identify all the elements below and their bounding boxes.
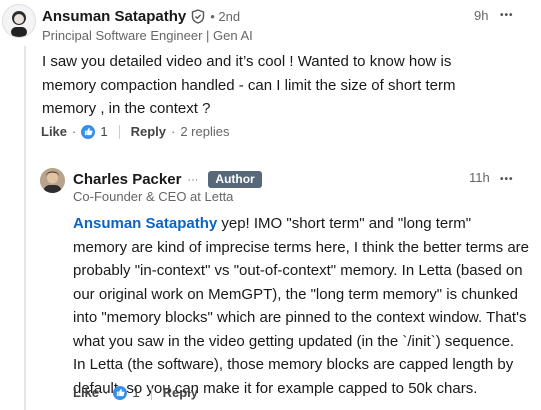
author-badge: Author xyxy=(208,171,262,188)
verified-shield-icon xyxy=(192,9,205,24)
comment-actions: Like · 1 Reply xyxy=(73,385,198,400)
reply-button[interactable]: Reply xyxy=(163,385,198,400)
comment-actions: Like · 1 Reply · 2 replies xyxy=(41,124,229,139)
mention-link[interactable]: Ansuman Satapathy xyxy=(73,215,217,232)
separator-dot: · xyxy=(171,124,176,139)
avatar-icon xyxy=(3,5,35,37)
like-count[interactable]: 1 xyxy=(132,385,139,400)
separator-dot: · xyxy=(72,124,77,139)
like-reaction-icon[interactable] xyxy=(113,385,128,400)
like-button[interactable]: Like xyxy=(41,124,67,139)
like-button[interactable]: Like xyxy=(73,385,99,400)
more-options-button[interactable]: ••• xyxy=(500,174,514,185)
thread-line xyxy=(24,46,26,410)
comment-timestamp: 9h xyxy=(474,8,489,23)
like-count[interactable]: 1 xyxy=(100,124,107,139)
reply-button[interactable]: Reply xyxy=(131,124,166,139)
replies-count[interactable]: 2 replies xyxy=(180,124,229,139)
avatar[interactable] xyxy=(40,168,65,193)
thumbs-up-icon xyxy=(116,388,125,397)
comment-author-name[interactable]: Charles Packer xyxy=(73,171,181,188)
reply-text: Ansuman Satapathy yep! IMO "short term" … xyxy=(73,212,529,400)
comment-author-headline: Principal Software Engineer | Gen AI xyxy=(42,28,253,43)
avatar[interactable] xyxy=(2,4,36,38)
author-ellipsis: ··· xyxy=(187,173,199,186)
connection-degree: • 2nd xyxy=(210,9,241,24)
comment-author-headline: Co-Founder & CEO at Letta xyxy=(73,189,234,204)
separator-dot: · xyxy=(104,385,109,400)
action-divider xyxy=(118,124,120,139)
comment-text: I saw you detailed video and it’s cool !… xyxy=(42,53,456,117)
comment-timestamp: 11h xyxy=(469,170,490,185)
thumbs-up-icon xyxy=(84,127,93,136)
more-options-button[interactable]: ••• xyxy=(500,10,514,21)
like-reaction-icon[interactable] xyxy=(81,124,96,139)
reply-body: yep! IMO "short term" and "long term" me… xyxy=(73,215,529,397)
action-divider xyxy=(150,385,152,400)
comment-author-name[interactable]: Ansuman Satapathy xyxy=(42,8,186,25)
avatar-icon xyxy=(40,168,65,193)
